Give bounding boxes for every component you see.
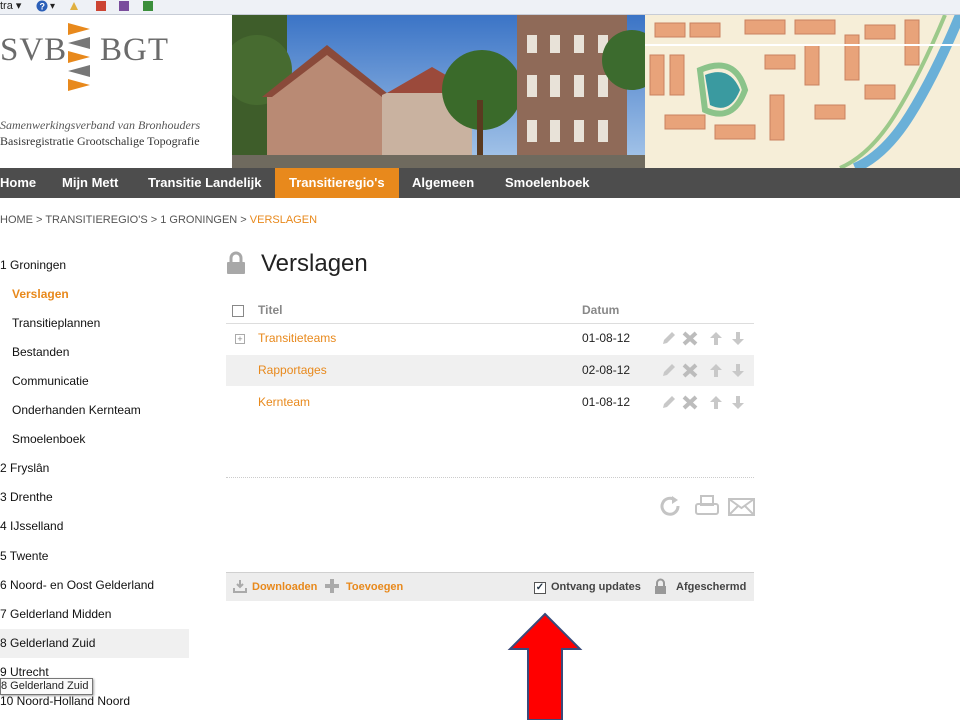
nav-smoelenboek[interactable]: Smoelenboek (505, 168, 590, 198)
site-header: SVB BGT Samenwerkingsverband van Bronhou… (0, 15, 960, 168)
delete-icon (682, 395, 698, 410)
help-icon[interactable]: ? (36, 0, 48, 12)
logo-tagline: Samenwerkingsverband van Bronhouders (0, 118, 201, 132)
select-all-checkbox[interactable] (232, 305, 244, 317)
column-header-datum[interactable]: Datum (582, 303, 619, 317)
breadcrumb: HOME > TRANSITIEREGIO'S > 1 GRONINGEN > … (0, 214, 317, 226)
main-nav: Home Mijn Mett Transitie Landelijk Trans… (0, 168, 960, 198)
row-title-link[interactable]: Rapportages (258, 363, 327, 377)
edit-icon (663, 364, 675, 376)
svg-text:?: ? (40, 2, 46, 12)
page-title: Verslagen (261, 250, 368, 277)
nav-transitie-landelijk[interactable]: Transitie Landelijk (148, 168, 261, 198)
sidebar-item-onderhanden-kernteam[interactable]: Onderhanden Kernteam (0, 396, 201, 425)
lock-icon (654, 578, 667, 598)
add-icon[interactable] (325, 579, 339, 596)
divider (226, 477, 754, 478)
move-up-icon (710, 332, 722, 345)
logo-bgt: BGT (100, 32, 169, 68)
nav-home[interactable]: Home (0, 168, 36, 198)
annotation-arrow-icon (507, 612, 583, 725)
sidebar-item-drenthe[interactable]: 3 Drenthe (0, 483, 189, 512)
delete-icon (682, 363, 698, 378)
print-icon (695, 495, 719, 515)
tooltip: 8 Gelderland Zuid (0, 678, 94, 695)
sidebar-item-transitieplannen[interactable]: Transitieplannen (0, 309, 201, 338)
logo-mark-icon (64, 19, 94, 104)
move-down-icon (732, 396, 744, 409)
research-icon[interactable] (68, 0, 80, 11)
breadcrumb-path[interactable]: HOME > TRANSITIEREGIO'S > 1 GRONINGEN > (0, 214, 250, 226)
updates-label[interactable]: Ontvang updates (551, 581, 641, 593)
row-title-link[interactable]: Kernteam (258, 395, 310, 409)
logo-svb: SVB (0, 32, 68, 68)
delete-icon (682, 331, 698, 346)
lock-icon (226, 251, 246, 280)
table-row: Rapportages 02-08-12 (226, 355, 754, 386)
extra-menu[interactable]: tra ▾ (0, 0, 21, 13)
table-header: Titel Datum (226, 299, 754, 324)
row-actions (660, 330, 750, 351)
sidebar-item-gelderland-midden[interactable]: 7 Gelderland Midden (0, 600, 189, 629)
page-tools (658, 494, 756, 523)
row-title-link[interactable]: Transitieteams (258, 331, 336, 345)
breadcrumb-current: VERSLAGEN (249, 214, 318, 226)
sidebar-item-twente[interactable]: 5 Twente (0, 542, 189, 571)
sidebar-item-groningen[interactable]: 1 Groningen (0, 251, 189, 280)
sidebar-item-communicatie[interactable]: Communicatie (0, 367, 201, 396)
nav-transitieregios[interactable]: Transitieregio's (275, 168, 399, 198)
pdf-icon[interactable] (95, 0, 107, 11)
download-link[interactable]: Downloaden (252, 581, 317, 593)
sidebar-item-verslagen[interactable]: Verslagen (0, 280, 201, 309)
row-actions (660, 394, 750, 415)
sidebar-item-smoelenboek[interactable]: Smoelenboek (0, 425, 201, 454)
private-label: Afgeschermd (676, 581, 747, 593)
edit-icon (663, 396, 675, 408)
sidebar-item-bestanden[interactable]: Bestanden (0, 338, 201, 367)
row-date: 01-08-12 (582, 331, 631, 345)
header-photo (232, 15, 645, 168)
table-row: Kernteam 01-08-12 (226, 387, 754, 418)
sidebar-item-ijsselland[interactable]: 4 IJsselland (0, 512, 189, 541)
move-down-icon (732, 364, 744, 377)
move-down-icon (732, 332, 744, 345)
browser-toolbar: tra ▾ ? ▾ (0, 0, 960, 15)
row-actions (660, 362, 750, 383)
sidebar-item-fryslan[interactable]: 2 Fryslân (0, 454, 189, 483)
sidebar-item-noord-oost-gelderland[interactable]: 6 Noord- en Oost Gelderland (0, 571, 189, 600)
move-up-icon (710, 364, 722, 377)
column-header-titel[interactable]: Titel (258, 303, 282, 317)
add-link[interactable]: Toevoegen (346, 581, 403, 593)
row-date: 01-08-12 (582, 395, 631, 409)
nav-mijn-mett[interactable]: Mijn Mett (62, 168, 118, 198)
nav-algemeen[interactable]: Algemeen (412, 168, 474, 198)
download-icon[interactable] (233, 579, 247, 596)
expand-icon[interactable]: + (235, 334, 245, 344)
mail-icon (728, 498, 755, 516)
site-logo[interactable]: SVB BGT Samenwerkingsverband van Bronhou… (0, 15, 232, 168)
row-date: 02-08-12 (582, 363, 631, 377)
addon-icon[interactable] (142, 0, 154, 11)
list-footer: Downloaden Toevoegen ✓ Ontvang updates A… (226, 572, 754, 601)
table-row: + Transitieteams 01-08-12 (226, 323, 754, 354)
refresh-icon (660, 496, 680, 516)
sidebar-item-gelderland-zuid[interactable]: 8 Gelderland Zuid (0, 629, 189, 658)
document-icon[interactable] (118, 0, 130, 11)
edit-icon (663, 332, 675, 344)
updates-checkbox[interactable]: ✓ (534, 582, 546, 594)
logo-tagline-2: Basisregistratie Grootschalige Topografi… (0, 134, 200, 148)
help-dropdown[interactable]: ▾ (50, 0, 55, 13)
header-map-image (645, 15, 960, 168)
move-up-icon (710, 396, 722, 409)
